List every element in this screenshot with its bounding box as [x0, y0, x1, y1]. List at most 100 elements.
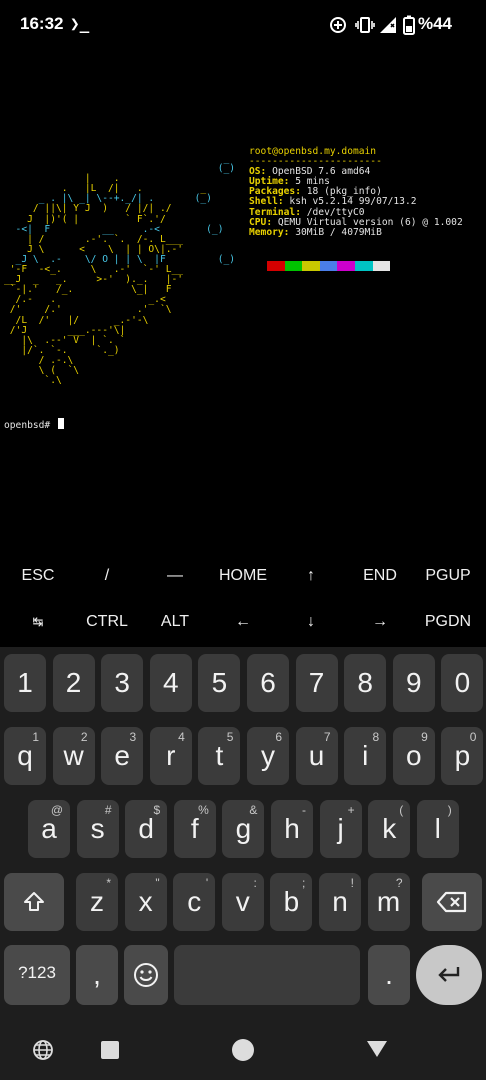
- right-arrow-key[interactable]: →: [372, 601, 388, 647]
- key-w[interactable]: w2: [52, 727, 95, 785]
- color-palette: [267, 261, 391, 271]
- extra-keys-bar: ESC / — HOME ↑ END PGUP ↹ CTRL ALT ← ↓ →…: [0, 555, 486, 647]
- shift-key[interactable]: [4, 873, 64, 931]
- key-m[interactable]: m?: [367, 873, 410, 931]
- backspace-key[interactable]: [422, 873, 482, 931]
- key-g-label: g: [235, 813, 252, 844]
- key-3[interactable]: 3: [101, 654, 144, 712]
- key-v-label: v: [235, 886, 250, 917]
- key-o[interactable]: o9: [392, 727, 435, 785]
- key-l-hint: ): [447, 803, 452, 817]
- key-2[interactable]: 2: [52, 654, 95, 712]
- comma-key-label: ,: [93, 959, 101, 990]
- key-r[interactable]: r4: [149, 727, 192, 785]
- key-t[interactable]: t5: [198, 727, 241, 785]
- key-8[interactable]: 8: [344, 654, 387, 712]
- recents-button[interactable]: [101, 1041, 119, 1059]
- key-1[interactable]: 1: [4, 654, 46, 712]
- ctrl-key[interactable]: CTRL: [86, 601, 128, 647]
- key-j[interactable]: j +: [319, 800, 362, 858]
- key-n-label: n: [332, 886, 348, 917]
- key-9[interactable]: 9: [392, 654, 435, 712]
- key-2-label: 2: [65, 667, 82, 698]
- pgdn-key[interactable]: PGDN: [425, 601, 471, 647]
- period-key[interactable]: .: [368, 945, 410, 1005]
- key-7[interactable]: 7: [295, 654, 338, 712]
- status-bar: 16:32 ❯_ %44: [0, 0, 486, 50]
- key-f-hint: %: [198, 803, 209, 817]
- symbols-key[interactable]: ?123: [4, 945, 70, 1005]
- key-e-hint: 3: [129, 730, 137, 744]
- palette-swatch: [319, 261, 338, 271]
- key-u-label: u: [308, 740, 325, 771]
- emoji-icon: [134, 963, 158, 987]
- key-n[interactable]: n!: [319, 873, 361, 931]
- battery-icon: [403, 15, 415, 35]
- key-r-hint: 4: [178, 730, 185, 744]
- home-key[interactable]: HOME: [219, 555, 267, 601]
- key-q-label: q: [17, 740, 33, 771]
- key-h[interactable]: h-: [271, 800, 313, 858]
- key-i-hint: 8: [372, 730, 380, 744]
- key-g[interactable]: g &: [222, 800, 265, 858]
- palette-swatch: [337, 261, 355, 271]
- key-1-label: 1: [17, 667, 33, 698]
- shift-icon: [24, 892, 44, 911]
- key-j-label: j: [337, 813, 344, 844]
- key-u[interactable]: u7: [295, 727, 338, 785]
- palette-swatch: [372, 261, 391, 271]
- openbsd-ascii-logo: _ (_) | . . |L /| . _ _ . |\ _| \--+._/|…: [4, 153, 235, 386]
- up-arrow-key[interactable]: ↑: [307, 555, 315, 601]
- key-0[interactable]: 0: [441, 654, 484, 712]
- key-b[interactable]: b;: [270, 873, 313, 931]
- key-z[interactable]: z *: [76, 873, 118, 931]
- backspace-icon: [436, 891, 467, 913]
- key-d-label: d: [138, 813, 154, 844]
- key-l[interactable]: l): [416, 800, 459, 858]
- dash-key[interactable]: —: [167, 555, 183, 601]
- pgup-key[interactable]: PGUP: [425, 555, 470, 601]
- key-5[interactable]: 5: [198, 654, 241, 712]
- terminal-output[interactable]: _ (_) | . . |L /| . _ _ . |\ _| \--+._/|…: [0, 50, 486, 555]
- key-4[interactable]: 4: [149, 654, 192, 712]
- end-key[interactable]: END: [363, 555, 397, 601]
- enter-key[interactable]: [416, 945, 482, 1005]
- slash-key[interactable]: /: [105, 555, 109, 601]
- key-q[interactable]: q1: [4, 727, 46, 785]
- language-globe-icon[interactable]: [32, 1039, 54, 1061]
- space-bar[interactable]: [174, 945, 360, 1005]
- key-x[interactable]: x ": [124, 873, 167, 931]
- key-c[interactable]: c ': [173, 873, 216, 931]
- key-p[interactable]: p0: [441, 727, 484, 785]
- back-button[interactable]: [366, 1039, 388, 1059]
- battery-percent: %44: [417, 14, 452, 33]
- emoji-key[interactable]: [124, 945, 168, 1005]
- down-arrow-key[interactable]: ↓: [307, 601, 315, 647]
- key-b-label: b: [283, 886, 300, 917]
- key-u-hint: 7: [323, 730, 331, 744]
- tab-key[interactable]: ↹: [33, 601, 44, 647]
- key-7-label: 7: [308, 667, 325, 698]
- system-info: root@openbsd.my.domain -----------------…: [249, 146, 463, 238]
- key-y[interactable]: y6: [247, 727, 289, 785]
- palette-swatch: [284, 261, 303, 271]
- key-6[interactable]: 6: [247, 654, 289, 712]
- key-f[interactable]: f%: [173, 800, 216, 858]
- key-i[interactable]: i8: [344, 727, 387, 785]
- palette-swatch: [354, 261, 373, 271]
- key-z-label: z: [90, 886, 104, 917]
- key-s[interactable]: s #: [76, 800, 119, 858]
- comma-key[interactable]: ,: [76, 945, 118, 1005]
- home-button[interactable]: [232, 1039, 254, 1061]
- key-k[interactable]: k(: [368, 800, 411, 858]
- key-y-label: y: [261, 740, 275, 771]
- alt-key[interactable]: ALT: [161, 601, 189, 647]
- key-a[interactable]: a @: [28, 800, 70, 858]
- key-v[interactable]: v:: [221, 873, 264, 931]
- key-e[interactable]: e3: [101, 727, 144, 785]
- period-key-label: .: [385, 959, 393, 990]
- esc-key[interactable]: ESC: [22, 555, 55, 601]
- key-d[interactable]: d $: [125, 800, 168, 858]
- left-arrow-key[interactable]: ←: [235, 601, 251, 647]
- key-3-label: 3: [114, 667, 130, 698]
